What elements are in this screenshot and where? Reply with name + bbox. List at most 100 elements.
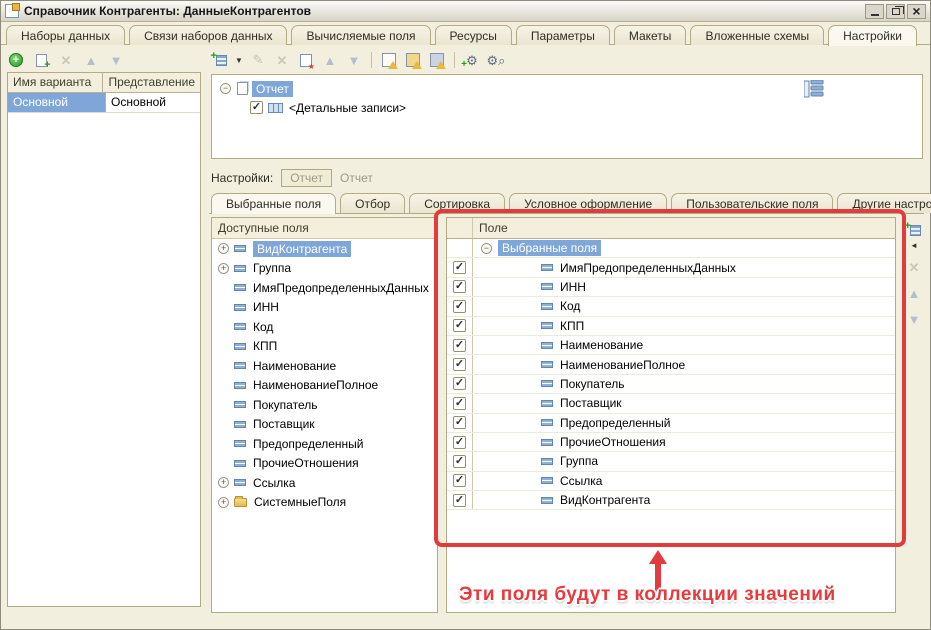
available-field[interactable]: Покупатель [212,395,437,415]
selected-field-row[interactable]: ✓ВидКонтрагента [447,491,895,510]
expand-icon[interactable]: + [218,243,229,254]
field-checkbox[interactable]: ✓ [453,377,466,390]
field-label[interactable]: ИНН [560,280,586,294]
available-field[interactable]: Предопределенный [212,434,437,454]
field-label[interactable]: Предопределенный [560,416,671,430]
minimize-button[interactable] [865,4,884,19]
settings-report-button[interactable]: Отчет [281,169,332,187]
field-label[interactable]: Код [253,320,273,334]
selected-field-row[interactable]: ✓Код [447,297,895,316]
available-field[interactable]: ИНН [212,298,437,318]
available-field[interactable]: НаименованиеПолное [212,376,437,396]
field-label[interactable]: Поставщик [560,396,622,410]
field-label[interactable]: СистемныеПоля [254,495,346,509]
selected-field-row[interactable]: ✓ Наименование [447,336,895,355]
tab-resources[interactable]: Ресурсы [435,25,512,45]
available-field[interactable]: ИмяПредопределенныхДанных [212,278,437,298]
structure-view-icon[interactable] [804,80,824,98]
field-checkbox[interactable]: ✓ [453,358,466,371]
tab-parameters[interactable]: Параметры [516,25,610,45]
tab-selected-fields[interactable]: Выбранные поля [211,193,336,214]
field-label[interactable]: Предопределенный [253,437,364,451]
field-label[interactable]: Ссылка [560,474,602,488]
variant-presentation-cell[interactable]: Основной [106,93,200,112]
available-field[interactable]: Код [212,317,437,337]
field-label[interactable]: Покупатель [253,398,317,412]
field-label[interactable]: ВидКонтрагента [560,493,650,507]
copy-variant-button[interactable] [32,51,50,69]
close-button[interactable]: × [907,4,926,19]
add-dropdown-caret-icon[interactable]: ◄ [910,241,918,250]
available-field[interactable]: КПП [212,337,437,357]
field-column-header[interactable]: Поле [473,218,514,238]
selected-field-row[interactable]: ✓ ПрочиеОтношения [447,433,895,452]
field-checkbox[interactable]: ✓ [453,339,466,352]
field-label[interactable]: Группа [253,261,291,275]
tab-conditional-appearance[interactable]: Условное оформление [509,193,667,213]
group-label[interactable]: Выбранные поля [498,240,601,256]
field-label[interactable]: КПП [253,339,277,353]
detail-records-checkbox[interactable]: ✓ [250,101,263,114]
field-checkbox[interactable]: ✓ [453,416,466,429]
field-label[interactable]: Наименование [253,359,336,373]
tab-settings[interactable]: Настройки [828,25,917,46]
report-node-label[interactable]: Отчет [252,81,293,97]
field-label[interactable]: ИмяПредопределенныхДанных [560,261,736,275]
field-label[interactable]: КПП [560,319,584,333]
available-field[interactable]: +СистемныеПоля [212,493,437,513]
field-label[interactable]: НаименованиеПолное [560,358,685,372]
user-settings-view-button[interactable]: ⚙⌕ [487,51,505,69]
variant-name-cell[interactable]: Основной [8,93,106,112]
add-user-setting-button[interactable]: ⚙ [463,51,481,69]
move-variant-down-button[interactable]: ▼ [107,51,125,69]
move-item-down-button[interactable]: ▼ [345,51,363,69]
collapse-icon[interactable]: − [481,243,492,254]
selected-fields-group-row[interactable]: −Выбранные поля [447,239,895,258]
field-label[interactable]: Поставщик [253,417,315,431]
field-checkbox[interactable]: ✓ [453,436,466,449]
tab-filter[interactable]: Отбор [340,193,405,213]
selected-field-row[interactable]: ✓Поставщик [447,394,895,413]
field-label[interactable]: ВидКонтрагента [253,241,351,257]
tab-other-settings[interactable]: Другие настройки [837,193,931,213]
tab-nested-schemas[interactable]: Вложенные схемы [690,25,824,45]
field-label[interactable]: ИмяПредопределенныхДанных [253,281,429,295]
selected-field-row[interactable]: ✓ Предопределенный [447,414,895,433]
move-field-up-button[interactable]: ▲ [905,284,923,302]
field-checkbox[interactable]: ✓ [453,474,466,487]
field-label[interactable]: Ссылка [253,476,295,490]
tab-data-set-links[interactable]: Связи наборов данных [129,25,287,45]
selected-field-row[interactable]: ✓ Покупатель [447,375,895,394]
save-settings-button[interactable] [428,51,446,69]
open-standard-settings-button[interactable] [380,51,398,69]
field-label[interactable]: ПрочиеОтношения [560,435,666,449]
field-checkbox[interactable]: ✓ [453,319,466,332]
field-label[interactable]: ПрочиеОтношения [253,456,359,470]
variant-row[interactable]: Основной Основной [8,93,200,113]
delete-selected-field-button[interactable]: ✕ [905,258,923,276]
field-label[interactable]: НаименованиеПолное [253,378,378,392]
available-field[interactable]: + Ссылка [212,473,437,493]
field-label[interactable]: Наименование [560,338,643,352]
field-label[interactable]: ИНН [253,300,279,314]
detail-records-label[interactable]: <Детальные записи> [289,101,406,115]
expand-icon[interactable]: + [218,263,229,274]
add-dropdown-caret-icon[interactable]: ▼ [235,56,243,65]
available-field[interactable]: Наименование [212,356,437,376]
available-field[interactable]: ПрочиеОтношения [212,454,437,474]
available-field[interactable]: + Группа [212,259,437,279]
field-checkbox[interactable]: ✓ [453,455,466,468]
column-header-presentation[interactable]: Представление [103,73,200,92]
selected-field-row[interactable]: ✓ НаименованиеПолное [447,355,895,374]
field-checkbox[interactable]: ✓ [453,280,466,293]
expand-icon[interactable]: + [218,477,229,488]
edit-structure-item-button[interactable]: ✎ [249,51,267,69]
delete-structure-item-button[interactable]: ✕ [273,51,291,69]
restore-button[interactable] [886,4,905,19]
tab-sorting[interactable]: Сортировка [409,193,505,213]
add-structure-item-button[interactable]: + [211,51,229,69]
tree-row-detail-records[interactable]: ✓ <Детальные записи> [212,98,922,117]
field-label[interactable]: Покупатель [560,377,624,391]
selected-field-row[interactable]: ✓Группа [447,452,895,471]
available-field[interactable]: + ВидКонтрагента [212,239,437,259]
